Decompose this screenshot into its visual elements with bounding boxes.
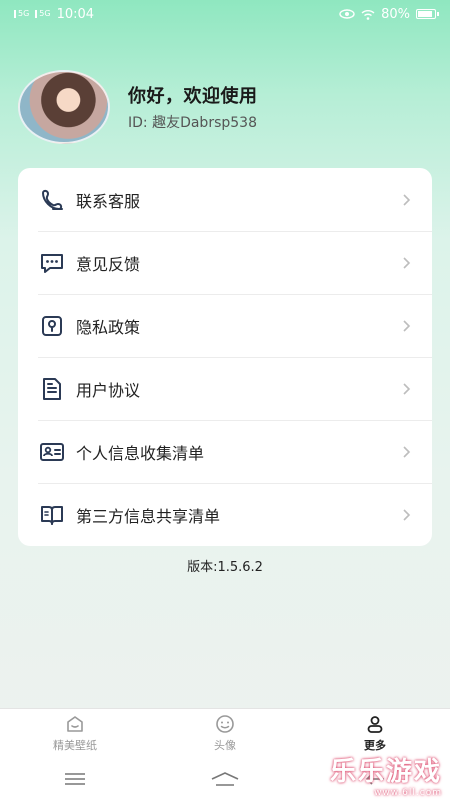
home-button[interactable] <box>210 769 240 789</box>
status-time: 10:04 <box>56 6 95 22</box>
watermark-logo: 乐乐游戏 www.6ll.com <box>330 751 442 798</box>
feedback-icon <box>38 249 66 277</box>
menu-item-privacy-policy[interactable]: 隐私政策 <box>18 294 432 357</box>
document-icon <box>38 375 66 403</box>
wifi-icon <box>361 9 375 20</box>
book-icon <box>38 501 66 529</box>
menu-item-label: 意见反馈 <box>76 254 141 274</box>
chevron-right-icon <box>403 508 411 521</box>
menu-item-personal-info-list[interactable]: 个人信息收集清单 <box>18 420 432 483</box>
menu-item-feedback[interactable]: 意见反馈 <box>18 231 432 294</box>
home-icon <box>211 772 239 786</box>
tab-wallpaper[interactable]: 精美壁纸 <box>0 709 150 758</box>
menu-item-label: 联系客服 <box>76 191 141 211</box>
wallpaper-icon <box>67 716 83 732</box>
menu-item-label: 个人信息收集清单 <box>76 443 205 463</box>
sim1-signal-icon: 5G <box>14 10 29 18</box>
chevron-right-icon <box>403 256 411 269</box>
eye-icon <box>339 9 355 19</box>
customer-service-icon <box>38 186 66 214</box>
menu-item-label: 隐私政策 <box>76 317 141 337</box>
tab-label: 精美壁纸 <box>53 739 97 752</box>
battery-icon <box>416 9 439 19</box>
chevron-right-icon <box>403 382 411 395</box>
watermark-main-text: 乐乐游戏 <box>329 757 442 787</box>
status-bar: 5G 5G 10:04 80% <box>0 0 450 28</box>
chevron-right-icon <box>403 193 411 206</box>
user-icon <box>367 716 383 733</box>
menu-item-user-agreement[interactable]: 用户协议 <box>18 357 432 420</box>
menu-item-label: 第三方信息共享清单 <box>76 506 221 526</box>
id-card-icon <box>38 438 66 466</box>
avatar[interactable] <box>18 70 110 144</box>
sim2-signal-icon: 5G <box>35 10 51 18</box>
face-icon <box>216 715 234 733</box>
menu-item-contact-service[interactable]: 联系客服 <box>18 168 432 231</box>
chevron-right-icon <box>403 445 411 458</box>
version-text: 版本:1.5.6.2 <box>187 560 263 575</box>
profile-header: 你好，欢迎使用 ID: 趣友Dabrsp538 <box>18 70 258 144</box>
menu-item-label: 用户协议 <box>76 380 141 400</box>
settings-menu: 联系客服 意见反馈 隐私政策 用户协议 个人信息收集清单 第三方信息共享清单 <box>18 168 432 546</box>
watermark-url: www.6ll.com <box>374 788 442 798</box>
tab-avatar[interactable]: 头像 <box>150 709 300 758</box>
chevron-right-icon <box>403 319 411 332</box>
menu-button[interactable] <box>60 769 90 789</box>
menu-icon <box>65 773 85 785</box>
privacy-icon <box>38 312 66 340</box>
greeting-text: 你好，欢迎使用 <box>128 86 258 107</box>
tab-label: 头像 <box>214 739 236 752</box>
user-id: ID: 趣友Dabrsp538 <box>128 115 257 131</box>
menu-item-third-party-sharing-list[interactable]: 第三方信息共享清单 <box>18 483 432 546</box>
battery-percent: 80% <box>381 6 410 22</box>
